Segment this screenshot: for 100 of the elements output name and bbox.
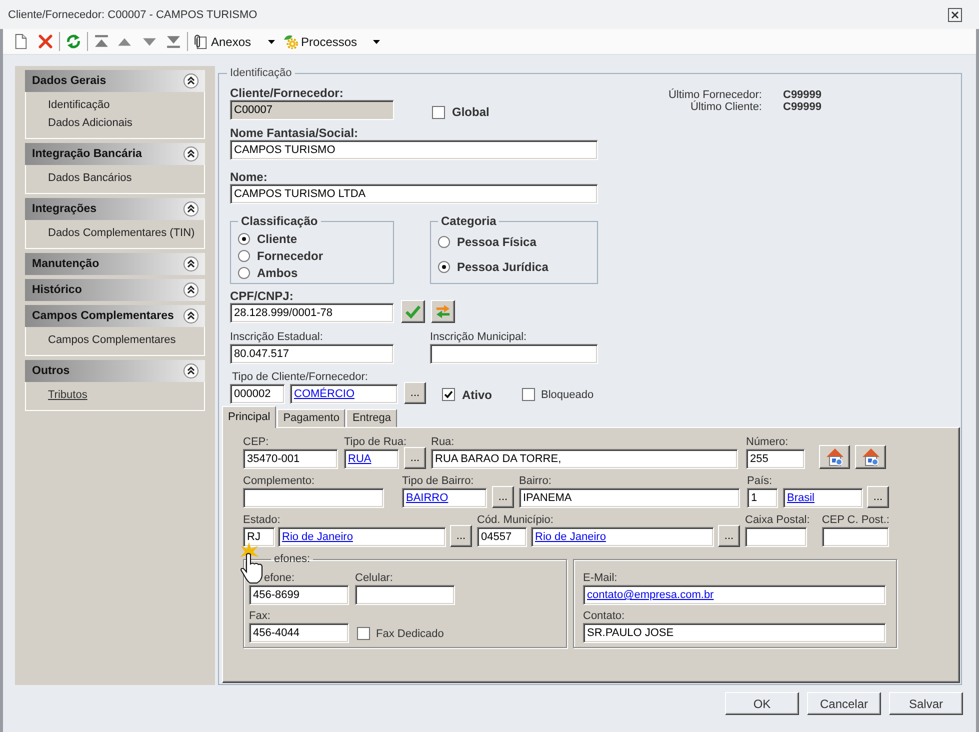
sidebar-link[interactable]: Identificação bbox=[48, 96, 110, 114]
field-label: País: bbox=[747, 474, 772, 488]
trade-name-field[interactable]: CAMPOS TURISMO bbox=[230, 140, 598, 160]
checkbox[interactable] bbox=[442, 388, 455, 401]
po-box-field[interactable] bbox=[745, 527, 807, 547]
type-code-field[interactable]: 000002 bbox=[230, 384, 285, 404]
email-field[interactable]: contato@empresa.com.br bbox=[583, 585, 886, 605]
state-registration-field[interactable]: 80.047.517 bbox=[230, 344, 394, 364]
tab[interactable]: Entrega bbox=[346, 409, 397, 427]
field-label: efone: bbox=[264, 571, 295, 585]
country-code-field[interactable]: 1 bbox=[747, 488, 778, 508]
collapse-icon[interactable] bbox=[183, 282, 199, 298]
gear-icon bbox=[283, 34, 298, 49]
radio-button[interactable] bbox=[238, 232, 250, 244]
section-header[interactable]: Histórico bbox=[25, 279, 205, 301]
radio-button[interactable] bbox=[438, 236, 450, 248]
new-document-icon[interactable] bbox=[13, 34, 28, 49]
lookup-button[interactable]: ... bbox=[404, 447, 426, 469]
po-box-postal-code-field[interactable] bbox=[822, 527, 889, 547]
ok-button[interactable]: OK bbox=[725, 692, 799, 715]
save-button[interactable]: Salvar bbox=[889, 692, 963, 715]
attachments-menu-button[interactable]: Anexos bbox=[192, 34, 276, 49]
checkbox[interactable] bbox=[432, 106, 445, 118]
lookup-button[interactable]: ... bbox=[404, 382, 426, 404]
field-label: Inscrição Municipal: bbox=[430, 330, 527, 344]
section-header[interactable]: Dados Gerais bbox=[25, 70, 205, 92]
collapse-icon[interactable] bbox=[183, 146, 199, 162]
checkbox-label: Global bbox=[452, 105, 490, 119]
group-title: Identificação bbox=[229, 67, 293, 80]
swap-button[interactable] bbox=[431, 300, 455, 323]
skip-down-icon[interactable] bbox=[166, 34, 181, 49]
close-icon[interactable] bbox=[948, 8, 962, 22]
house-button[interactable] bbox=[819, 445, 850, 469]
lookup-button[interactable]: ... bbox=[867, 486, 889, 508]
postal-code-field[interactable]: 35470-001 bbox=[243, 449, 338, 469]
radio-label: Ambos bbox=[257, 266, 298, 280]
field-label: Rua: bbox=[431, 435, 454, 449]
check-button[interactable] bbox=[401, 300, 425, 323]
processes-menu-button[interactable]: Processos bbox=[283, 34, 380, 49]
city-code-field[interactable]: 04557 bbox=[477, 527, 527, 547]
state-field[interactable]: Rio de Janeiro bbox=[278, 527, 446, 547]
cpf-cnpj-field[interactable]: 28.128.999/0001-78 bbox=[230, 303, 394, 323]
sidebar-link[interactable]: Campos Complementares bbox=[48, 331, 176, 349]
section-header[interactable]: Integrações bbox=[25, 198, 205, 220]
caret-icon bbox=[373, 40, 380, 44]
field-label: Cód. Município: bbox=[477, 513, 554, 527]
lookup-button[interactable]: ... bbox=[450, 525, 472, 547]
state-code-field[interactable]: RJ bbox=[243, 527, 275, 547]
caret-icon bbox=[268, 40, 276, 44]
phone-field[interactable]: 456-8699 bbox=[249, 585, 349, 605]
district-type-field[interactable]: BAIRRO bbox=[402, 488, 487, 508]
collapse-icon[interactable] bbox=[183, 256, 199, 272]
refresh-icon[interactable] bbox=[66, 34, 81, 49]
checkmark-icon bbox=[405, 304, 421, 319]
lookup-button[interactable]: ... bbox=[718, 525, 740, 547]
tab[interactable]: Principal bbox=[222, 406, 276, 428]
type-name-field[interactable]: COMÉRCIO bbox=[290, 384, 398, 404]
checkbox-label: Fax Dedicado bbox=[376, 627, 444, 641]
name-field[interactable]: CAMPOS TURISMO LTDA bbox=[230, 184, 598, 204]
field-label: Último Fornecedor: bbox=[668, 89, 762, 101]
section-header[interactable]: Campos Complementares bbox=[25, 305, 205, 327]
sidebar-link[interactable]: Dados Adicionais bbox=[48, 114, 132, 132]
checkbox-label: Ativo bbox=[462, 388, 492, 402]
contact-field[interactable]: SR.PAULO JOSE bbox=[583, 623, 886, 643]
sidebar-link[interactable]: Dados Complementares (TIN) bbox=[48, 224, 195, 242]
field-label: Inscrição Estadual: bbox=[230, 330, 323, 344]
group-title: Classificação bbox=[240, 215, 319, 228]
complement-field[interactable] bbox=[243, 488, 384, 508]
city-field[interactable]: Rio de Janeiro bbox=[531, 527, 714, 547]
radio-label: Fornecedor bbox=[257, 248, 324, 262]
cancel-button[interactable]: Cancelar bbox=[807, 692, 881, 715]
skip-up-icon[interactable] bbox=[94, 34, 109, 49]
sidebar-link[interactable]: Dados Bancários bbox=[48, 169, 132, 187]
radio-button[interactable] bbox=[238, 250, 250, 262]
number-field[interactable]: 255 bbox=[746, 449, 805, 469]
section-header[interactable]: Manutenção bbox=[25, 253, 205, 275]
tab[interactable]: Pagamento bbox=[277, 409, 346, 427]
street-field[interactable]: RUA BARAO DA TORRE, bbox=[431, 449, 738, 469]
collapse-icon[interactable] bbox=[183, 363, 199, 379]
group-title: Categoria bbox=[440, 215, 498, 228]
lookup-button[interactable]: ... bbox=[492, 486, 514, 508]
checkbox[interactable] bbox=[357, 627, 370, 640]
collapse-icon[interactable] bbox=[183, 201, 199, 217]
section-header[interactable]: Outros bbox=[25, 360, 205, 382]
collapse-icon[interactable] bbox=[183, 73, 199, 89]
sidebar-link[interactable]: Tributos bbox=[48, 386, 88, 404]
municipal-registration-field[interactable] bbox=[430, 344, 598, 364]
collapse-icon[interactable] bbox=[183, 308, 199, 324]
mobile-field[interactable] bbox=[355, 585, 455, 605]
delete-icon[interactable] bbox=[38, 34, 53, 49]
section-header[interactable]: Integração Bancária bbox=[25, 143, 205, 165]
field-label: CEP: bbox=[243, 435, 269, 449]
district-field[interactable]: IPANEMA bbox=[519, 488, 740, 508]
checkbox[interactable] bbox=[522, 388, 535, 401]
fax-field[interactable]: 456-4044 bbox=[249, 623, 349, 643]
house-button[interactable] bbox=[855, 445, 886, 469]
radio-button[interactable] bbox=[438, 260, 450, 272]
radio-button[interactable] bbox=[238, 266, 250, 278]
country-field[interactable]: Brasil bbox=[783, 488, 863, 508]
street-type-field[interactable]: RUA bbox=[344, 449, 399, 469]
